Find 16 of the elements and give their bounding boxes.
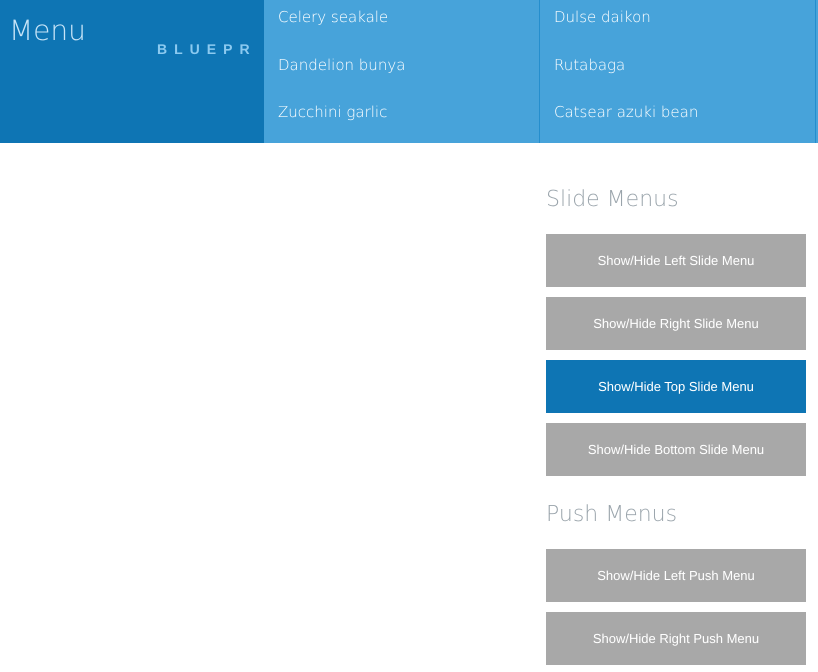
menu-title: Menu — [8, 13, 87, 47]
section-heading: Slide Menus — [546, 186, 680, 214]
toggle-menu-button[interactable]: Show/Hide Right Slide Menu — [546, 297, 806, 350]
menu-link[interactable]: Catsear azuki bean — [540, 95, 815, 144]
toggle-menu-button[interactable]: Show/Hide Top Slide Menu — [546, 360, 806, 413]
toggle-menu-button[interactable]: Show/Hide Left Push Menu — [546, 549, 806, 602]
toggle-menu-button[interactable]: Show/Hide Right Push Menu — [546, 612, 806, 665]
section-heading: Push Menus — [546, 501, 678, 529]
toggle-menu-button[interactable]: Show/Hide Bottom Slide Menu — [546, 423, 806, 476]
menu-link[interactable]: Zucchini garlic — [264, 95, 539, 144]
menu-link[interactable]: Dandelion bunya — [264, 48, 539, 96]
menu-link[interactable]: Celery seakale — [264, 0, 539, 48]
menu-link[interactable]: Rutabaga — [540, 48, 815, 96]
menu-link[interactable]: Dulse daikon — [540, 0, 815, 48]
toggle-menu-button[interactable]: Show/Hide Left Slide Menu — [546, 234, 806, 287]
brand-logo: BLUEPR — [157, 41, 257, 57]
